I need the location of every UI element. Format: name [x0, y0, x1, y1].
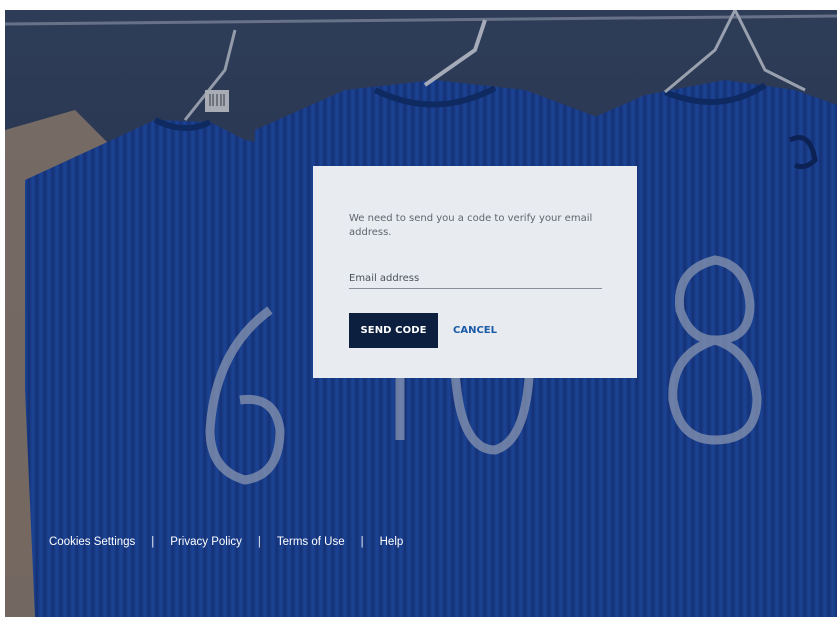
footer-links: Cookies Settings | Privacy Policy | Term…	[49, 536, 403, 548]
cancel-button[interactable]: CANCEL	[453, 325, 497, 336]
footer-link-cookies-settings[interactable]: Cookies Settings	[49, 536, 135, 548]
send-code-button[interactable]: SEND CODE	[349, 313, 438, 348]
footer-link-privacy-policy[interactable]: Privacy Policy	[170, 536, 242, 548]
footer-separator: |	[151, 536, 155, 548]
verify-email-dialog: We need to send you a code to verify you…	[313, 166, 637, 378]
login-page-background: We need to send you a code to verify you…	[5, 10, 837, 617]
footer-link-help[interactable]: Help	[380, 536, 404, 548]
footer-separator: |	[360, 536, 364, 548]
dialog-actions: SEND CODE CANCEL	[349, 313, 601, 348]
footer-separator: |	[257, 536, 261, 548]
footer-link-terms-of-use[interactable]: Terms of Use	[277, 536, 345, 548]
verify-message: We need to send you a code to verify you…	[349, 213, 593, 238]
email-field[interactable]	[349, 273, 602, 284]
email-field-wrapper	[349, 266, 602, 289]
